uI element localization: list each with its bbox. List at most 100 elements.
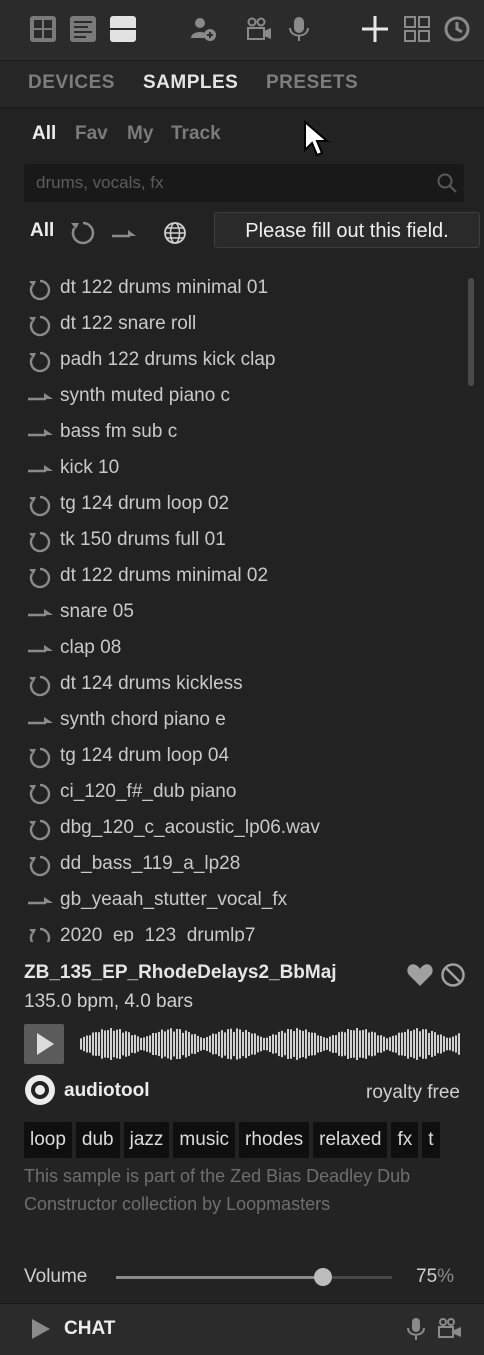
volume-label: Volume xyxy=(24,1266,88,1287)
sample-name: dbg_120_c_acoustic_lp06.wav xyxy=(60,817,320,838)
validation-tooltip: Please fill out this field. xyxy=(214,212,480,248)
sample-row[interactable]: snare 05 xyxy=(0,594,460,630)
sample-name: dt 124 drums kickless xyxy=(60,673,243,694)
sample-row[interactable]: kick 10 xyxy=(0,450,460,486)
waveform[interactable] xyxy=(80,1026,460,1062)
heart-icon[interactable] xyxy=(406,962,434,993)
tag[interactable]: dub xyxy=(75,1122,120,1158)
loop-icon xyxy=(28,819,52,841)
sample-name: clap 08 xyxy=(60,637,122,658)
add-user-icon[interactable] xyxy=(186,12,220,46)
sample-name: ci_120_f#_dub piano xyxy=(60,781,237,802)
search-icon[interactable] xyxy=(436,172,458,199)
sample-row[interactable]: synth muted piano c xyxy=(0,378,460,414)
camera-icon[interactable] xyxy=(242,12,276,46)
sample-row[interactable]: padh 122 drums kick clap xyxy=(0,342,460,378)
chat-camera-icon[interactable] xyxy=(436,1316,464,1347)
type-filter-all[interactable]: All xyxy=(30,220,54,242)
sample-row[interactable]: dt 122 drums minimal 02 xyxy=(0,558,460,594)
sample-name: dt 122 snare roll xyxy=(60,313,197,334)
tag[interactable]: music xyxy=(173,1122,236,1158)
loop-icon xyxy=(28,927,52,942)
tag[interactable]: jazz xyxy=(123,1122,170,1158)
sample-row[interactable]: tg 124 drum loop 02 xyxy=(0,486,460,522)
sample-name: synth chord piano e xyxy=(60,709,226,730)
tag[interactable]: fx xyxy=(391,1122,419,1158)
sample-name: snare 05 xyxy=(60,601,134,622)
sample-bpm-bars: 135.0 bpm, 4.0 bars xyxy=(24,991,193,1012)
sample-row[interactable]: dbg_120_c_acoustic_lp06.wav xyxy=(0,810,460,846)
sample-detail: ZB_135_EP_RhodeDelays2_BbMaj 135.0 bpm, … xyxy=(0,942,484,1302)
loop-icon xyxy=(28,531,52,553)
oneshot-icon[interactable] xyxy=(110,220,138,251)
sample-name: kick 10 xyxy=(60,457,120,478)
sample-description: This sample is part of the Zed Bias Dead… xyxy=(24,1166,411,1214)
globe-icon[interactable] xyxy=(162,220,188,251)
sample-row[interactable]: clap 08 xyxy=(0,630,460,666)
play-icon xyxy=(37,1033,54,1055)
list-scrollbar[interactable] xyxy=(468,278,474,386)
oneshot-icon xyxy=(28,891,53,911)
sample-row[interactable]: synth chord piano e xyxy=(0,702,460,738)
top-toolbar xyxy=(0,0,484,61)
loop-icon xyxy=(28,855,52,877)
sample-row[interactable]: dd_bass_119_a_lp28 xyxy=(0,846,460,882)
sample-row[interactable]: gb_yeaah_stutter_vocal_fx xyxy=(0,882,460,918)
microphone-icon[interactable] xyxy=(282,12,316,46)
sample-row[interactable]: bass fm sub c xyxy=(0,414,460,450)
play-chat-icon[interactable] xyxy=(30,1317,52,1346)
tab-devices[interactable]: DEVICES xyxy=(28,72,115,94)
chat-label: CHAT xyxy=(64,1318,116,1339)
loop-icon xyxy=(28,675,52,697)
loop-icon xyxy=(28,279,52,301)
sample-list: dt 122 drums minimal 01 dt 122 snare roll… xyxy=(0,270,460,942)
plus-icon[interactable] xyxy=(358,12,392,46)
brand-name: audiotool xyxy=(64,1080,150,1101)
sample-name: dd_bass_119_a_lp28 xyxy=(60,853,241,874)
chat-bar[interactable]: CHAT xyxy=(0,1303,484,1355)
volume-fill xyxy=(116,1276,323,1279)
device-grid-icon[interactable] xyxy=(400,12,434,46)
tag[interactable]: t xyxy=(422,1122,440,1158)
loop-icon xyxy=(28,495,52,517)
license-label: royalty free xyxy=(366,1082,460,1103)
sample-row[interactable]: ci_120_f#_dub piano xyxy=(0,774,460,810)
sample-name: 2020_ep_123_drumlp7 xyxy=(60,925,256,942)
volume-value: 75% xyxy=(416,1266,455,1287)
tag[interactable]: loop xyxy=(24,1122,72,1158)
filter-my[interactable]: My xyxy=(127,123,153,145)
chat-microphone-icon[interactable] xyxy=(404,1316,428,1347)
volume-thumb[interactable] xyxy=(314,1268,332,1286)
sample-name: tg 124 drum loop 02 xyxy=(60,493,230,514)
mouse-cursor-icon xyxy=(304,120,330,157)
loop-icon[interactable] xyxy=(70,220,96,251)
search-box xyxy=(24,164,464,202)
sample-row[interactable]: dt 122 drums minimal 01 xyxy=(0,270,460,306)
oneshot-icon xyxy=(28,459,53,479)
play-button[interactable] xyxy=(24,1024,64,1064)
tab-presets[interactable]: PRESETS xyxy=(266,72,358,94)
sample-row[interactable]: tg 124 drum loop 04 xyxy=(0,738,460,774)
search-input[interactable] xyxy=(24,164,436,202)
sample-name: tk 150 drums full 01 xyxy=(60,529,226,550)
volume-control: Volume 75% xyxy=(0,1260,484,1296)
loop-icon xyxy=(28,783,52,805)
split-view-icon[interactable] xyxy=(106,12,140,46)
sample-row[interactable]: dt 124 drums kickless xyxy=(0,666,460,702)
sample-row[interactable]: dt 122 snare roll xyxy=(0,306,460,342)
tag[interactable]: relaxed xyxy=(313,1122,388,1158)
tag[interactable]: rhodes xyxy=(239,1122,310,1158)
block-icon[interactable] xyxy=(440,962,466,993)
filter-fav[interactable]: Fav xyxy=(75,123,108,145)
sample-row[interactable]: 2020_ep_123_drumlp7 xyxy=(0,918,460,942)
history-icon[interactable] xyxy=(440,12,474,46)
loop-icon xyxy=(28,747,52,769)
tab-samples[interactable]: SAMPLES xyxy=(143,72,238,94)
sample-title: ZB_135_EP_RhodeDelays2_BbMaj xyxy=(24,962,337,983)
sample-row[interactable]: tk 150 drums full 01 xyxy=(0,522,460,558)
filter-track[interactable]: Track xyxy=(171,123,221,145)
list-view-icon[interactable] xyxy=(66,12,100,46)
volume-slider[interactable] xyxy=(116,1268,392,1286)
layout-grid-icon[interactable] xyxy=(26,12,60,46)
filter-all[interactable]: All xyxy=(32,123,56,145)
